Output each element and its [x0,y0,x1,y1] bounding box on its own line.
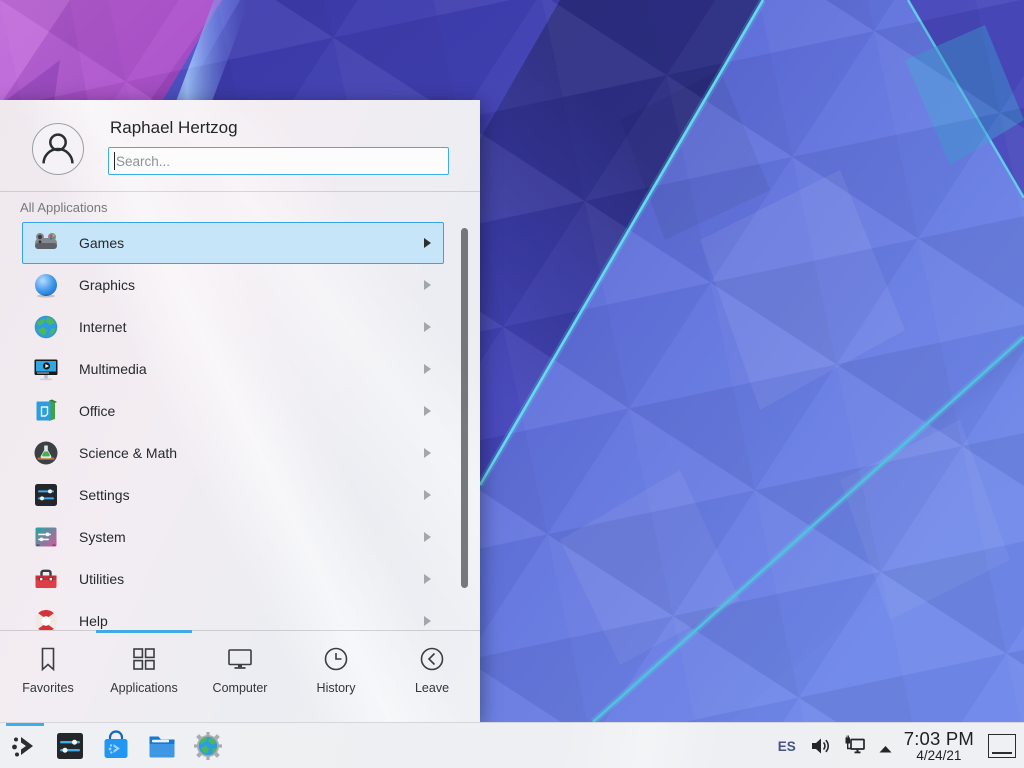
bookmark-icon [33,644,63,674]
network-icon[interactable] [844,735,866,757]
flask-icon [33,440,59,466]
submenu-arrow-icon [423,448,431,458]
category-label: System [79,529,126,545]
launcher-tabbar: Favorites Applications Computer [0,630,480,722]
tab-history[interactable]: History [288,636,384,720]
list-scrollbar[interactable] [461,228,468,588]
submenu-arrow-icon [423,574,431,584]
category-list: Games Graphics [0,222,480,630]
tab-favorites[interactable]: Favorites [0,636,96,720]
header-separator [0,191,480,192]
tabbar-separator [0,630,480,631]
gamepad-icon [33,230,59,256]
media-screen-icon [33,356,59,382]
category-label: Games [79,235,124,251]
digital-clock[interactable]: 7:03 PM 4/24/21 [904,729,974,763]
tab-label: Favorites [0,681,96,695]
keyboard-layout-indicator[interactable]: ES [778,739,796,754]
user-name: Raphael Hertzog [110,118,238,138]
category-label: Graphics [79,277,135,293]
discover-store-icon[interactable] [100,730,132,762]
submenu-arrow-icon [423,490,431,500]
category-science-math[interactable]: Science & Math [22,432,444,474]
category-internet[interactable]: Internet [22,306,444,348]
grid-icon [129,644,159,674]
submenu-arrow-icon [423,406,431,416]
category-label: Utilities [79,571,124,587]
category-settings[interactable]: Settings [22,474,444,516]
taskbar-panel: ES 7:03 PM 4/24/21 [0,722,1024,768]
tab-label: History [288,681,384,695]
launcher-open-indicator [6,723,44,726]
submenu-arrow-icon [423,532,431,542]
category-label: Office [79,403,115,419]
kickoff-menu-icon[interactable] [9,730,41,762]
volume-icon[interactable] [810,735,832,757]
category-utilities[interactable]: Utilities [22,558,444,600]
monitor-icon [225,644,255,674]
clock-date: 4/24/21 [904,749,974,763]
section-label: All Applications [20,200,107,215]
documents-icon [33,398,59,424]
system-tray: ES 7:03 PM 4/24/21 [778,723,1024,768]
submenu-arrow-icon [423,280,431,290]
tab-label: Leave [384,681,480,695]
category-label: Multimedia [79,361,147,377]
tab-leave[interactable]: Leave [384,636,480,720]
file-manager-icon[interactable] [146,730,178,762]
show-desktop-button[interactable] [988,734,1016,758]
active-tab-indicator [96,630,192,633]
system-icon [33,524,59,550]
expand-tray-caret-icon[interactable] [878,741,893,751]
lifebuoy-icon [33,608,59,630]
toolbox-icon [33,566,59,592]
tab-applications[interactable]: Applications [96,636,192,720]
user-avatar[interactable] [32,123,84,175]
category-multimedia[interactable]: Multimedia [22,348,444,390]
search-input[interactable] [108,147,449,175]
category-system[interactable]: System [22,516,444,558]
sphere-icon [33,272,59,298]
clock-icon [321,644,351,674]
category-label: Settings [79,487,130,503]
category-graphics[interactable]: Graphics [22,264,444,306]
submenu-arrow-icon [423,364,431,374]
launcher-header: Raphael Hertzog [0,100,480,191]
tab-label: Computer [192,681,288,695]
category-office[interactable]: Office [22,390,444,432]
web-browser-icon[interactable] [192,730,224,762]
submenu-arrow-icon [423,616,431,626]
category-games[interactable]: Games [22,222,444,264]
system-settings-icon[interactable] [54,730,86,762]
category-help[interactable]: Help [22,600,444,630]
tab-label: Applications [96,681,192,695]
category-label: Internet [79,319,126,335]
sliders-icon [33,482,59,508]
tab-computer[interactable]: Computer [192,636,288,720]
category-label: Science & Math [79,445,177,461]
submenu-arrow-icon [423,322,431,332]
globe-icon [33,314,59,340]
leave-icon [417,644,447,674]
application-launcher-menu: Raphael Hertzog All Applications Games [0,100,480,722]
submenu-arrow-icon [423,238,431,248]
category-label: Help [79,613,108,629]
text-cursor [114,152,115,170]
clock-time: 7:03 PM [904,729,974,748]
